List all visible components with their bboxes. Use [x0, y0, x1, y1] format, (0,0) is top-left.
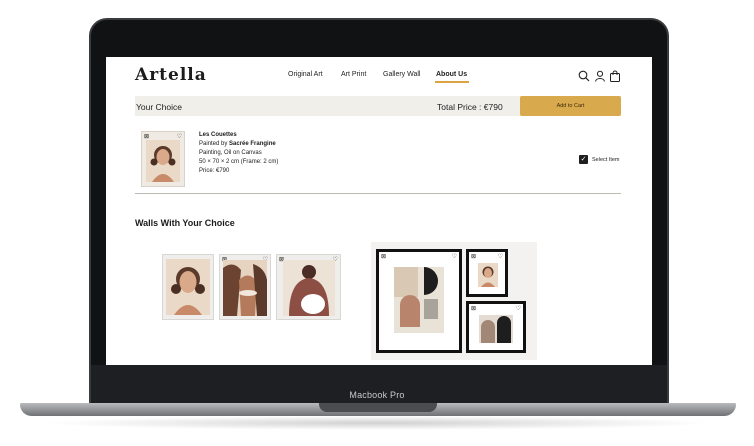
product-price: Price: €790: [199, 168, 230, 174]
laptop-notch: [319, 403, 437, 412]
section-divider: [135, 193, 621, 194]
wall-artwork-3[interactable]: ⊠ ♡: [276, 254, 341, 320]
artwork-portrait: [146, 140, 180, 182]
gallery-frame-medium[interactable]: ⊠ ♡: [466, 301, 526, 353]
search-icon[interactable]: [578, 70, 590, 82]
nav-active-underline: [435, 81, 469, 83]
browser-screen: Artella Original Art Art Print Gallery W…: [106, 57, 652, 365]
your-choice-title: Your Choice: [136, 102, 182, 112]
artwork-arches: [479, 315, 513, 343]
total-price: Total Price : €790: [437, 102, 503, 112]
artwork-portrait: [166, 259, 210, 315]
artwork-abstract-figures: [223, 260, 267, 316]
expand-icon[interactable]: ⊠: [381, 254, 386, 260]
gallery-frame-large[interactable]: ⊠ ♡: [376, 249, 462, 353]
cart-icon[interactable]: [609, 70, 621, 82]
artwork-portrait: [478, 263, 498, 287]
nav-art-print[interactable]: Art Print: [341, 71, 366, 78]
product-title: Les Couettes: [199, 132, 237, 138]
expand-icon[interactable]: ⊠: [471, 254, 476, 260]
nav-about-us[interactable]: About Us: [436, 71, 467, 78]
expand-icon[interactable]: ⊠: [471, 306, 476, 312]
select-item-label: Select Item: [592, 157, 620, 163]
gallery-frame-small[interactable]: ⊠ ♡: [466, 249, 508, 297]
device-mockup: Macbook Pro Artella Original Art Art Pri…: [0, 0, 754, 446]
add-to-cart-button[interactable]: Add to Cart: [520, 96, 621, 116]
wall-artwork-2[interactable]: ⊠ ♡: [219, 254, 271, 320]
artwork-geometric: [394, 267, 444, 333]
walls-section-title: Walls With Your Choice: [135, 218, 235, 228]
site-logo[interactable]: Artella: [135, 65, 207, 85]
artwork-figure-back: [283, 260, 335, 316]
product-artist: Painted by Sacrée Frangine: [199, 141, 276, 147]
device-shadow: [40, 416, 716, 430]
nav-original-art[interactable]: Original Art: [288, 71, 323, 78]
user-icon[interactable]: [594, 70, 606, 82]
artist-name[interactable]: Sacrée Frangine: [229, 141, 276, 147]
painted-by-label: Painted by: [199, 141, 230, 147]
select-item-checkbox[interactable]: ✓: [579, 155, 588, 164]
wall-artwork-1[interactable]: [162, 254, 214, 320]
heart-icon[interactable]: ♡: [452, 254, 457, 260]
product-dimensions: 50 × 70 × 2 cm (Frame: 2 cm): [199, 159, 279, 165]
product-thumbnail[interactable]: ⊠ ♡: [141, 131, 185, 187]
device-label: Macbook Pro: [349, 390, 405, 400]
heart-icon[interactable]: ♡: [498, 254, 503, 260]
heart-icon[interactable]: ♡: [516, 306, 521, 312]
nav-gallery-wall[interactable]: Gallery Wall: [383, 71, 420, 78]
product-medium: Painting, Oil on Canvas: [199, 150, 262, 156]
